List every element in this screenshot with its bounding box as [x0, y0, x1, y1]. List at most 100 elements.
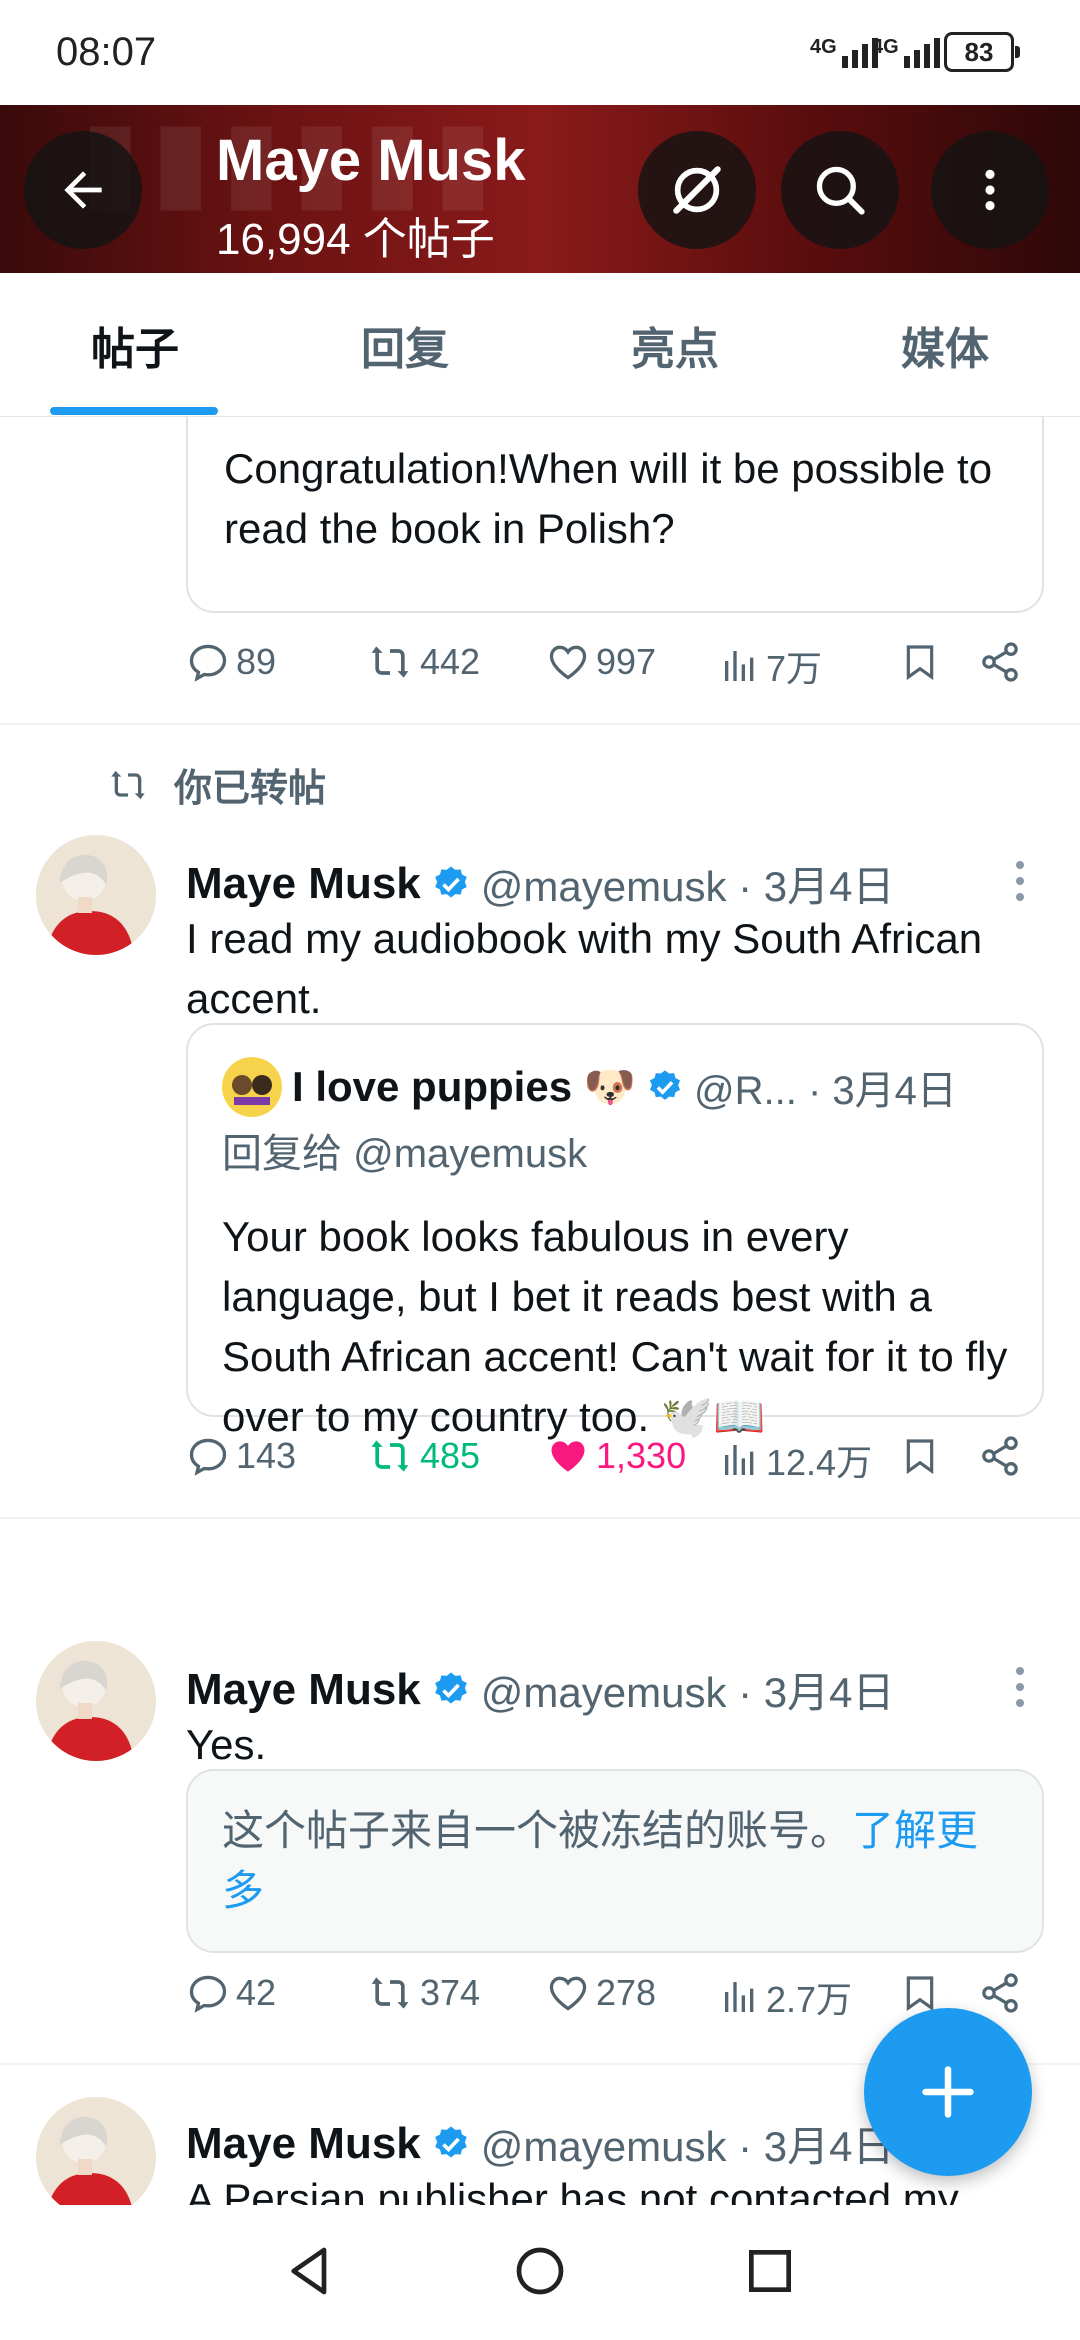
avatar[interactable] — [36, 2097, 156, 2205]
nav-home-button[interactable] — [512, 2241, 568, 2306]
tab-highlights[interactable]: 亮点 — [540, 273, 810, 417]
retweet-button[interactable]: 485 — [366, 1434, 480, 1478]
views-button[interactable]: 2.7万 — [720, 1971, 852, 2023]
back-arrow-icon — [64, 171, 102, 209]
nav-home-icon — [516, 2247, 564, 2295]
bookmark-button[interactable] — [900, 640, 940, 684]
avatar[interactable] — [36, 1641, 156, 1761]
share-button[interactable] — [978, 1434, 1022, 1478]
notice-text: 这个帖子来自一个被冻结的账号。了解更多 — [222, 1801, 1012, 1921]
tab-posts[interactable]: 帖子 — [0, 273, 270, 417]
tweet-more-button[interactable] — [1010, 1647, 1030, 1715]
retweet-icon — [111, 770, 145, 799]
system-nav-bar — [0, 2205, 1080, 2340]
reply-count: 89 — [236, 641, 277, 682]
reply-button[interactable]: 89 — [186, 640, 276, 684]
like-icon — [551, 1441, 585, 1472]
search-button[interactable] — [781, 131, 899, 249]
network-type-2: 4G — [872, 36, 899, 58]
quoted-avatar — [222, 1057, 282, 1117]
divider — [0, 723, 1080, 725]
views-icon — [725, 1445, 754, 1475]
quoted-tweet-header: I love puppies 🐶 @R... · 3月4日 — [222, 1057, 957, 1117]
views-count: 7万 — [766, 648, 823, 689]
reply-count: 42 — [236, 1972, 277, 2013]
quoted-tweet[interactable]: I love puppies 🐶 @R... · 3月4日 回复给 @mayem… — [186, 1023, 1044, 1440]
more-options-button[interactable] — [931, 131, 1049, 249]
tab-label: 亮点 — [631, 325, 719, 374]
views-count: 2.7万 — [766, 1979, 853, 2020]
tweet-actions: 89 442 997 7万 — [186, 640, 1026, 700]
share-icon — [982, 642, 1018, 682]
display-name[interactable]: Maye Musk — [186, 859, 421, 909]
nav-back-button[interactable] — [282, 2241, 338, 2306]
notice-message: 这个帖子来自一个被冻结的账号。 — [222, 1807, 853, 1854]
views-count: 12.4万 — [766, 1442, 873, 1483]
retweet-button[interactable]: 442 — [366, 640, 480, 684]
reply-button[interactable]: 42 — [186, 1971, 276, 2015]
like-count: 1,330 — [596, 1435, 687, 1476]
retweet-icon — [371, 646, 409, 678]
views-button[interactable]: 12.4万 — [720, 1434, 872, 1486]
tab-label: 回复 — [361, 325, 449, 374]
active-tab-indicator — [50, 407, 218, 415]
nav-recents-button[interactable] — [742, 2241, 798, 2306]
grok-icon — [673, 166, 721, 214]
tab-replies[interactable]: 回复 — [270, 273, 540, 417]
tab-label: 媒体 — [901, 325, 989, 374]
more-vertical-icon — [1010, 1647, 1030, 1707]
status-bar: 08:07 4G 4G 83 — [0, 0, 1080, 105]
verified-badge-icon — [649, 1070, 681, 1100]
more-vertical-icon — [985, 169, 995, 211]
reply-to-label: 回复给 @mayemusk — [222, 1132, 588, 1176]
quoted-tweet-text: Congratulation!When will it be possible … — [224, 445, 993, 552]
display-name[interactable]: Maye Musk — [186, 1665, 421, 1715]
signal-icon — [904, 34, 940, 68]
network-type-1: 4G — [810, 36, 837, 58]
like-button[interactable]: 997 — [546, 640, 656, 684]
search-icon — [816, 166, 865, 215]
like-button[interactable]: 1,330 — [546, 1434, 686, 1478]
share-icon — [982, 1436, 1018, 1476]
bookmark-icon — [906, 1439, 934, 1475]
share-button[interactable] — [978, 640, 1022, 684]
tab-media[interactable]: 媒体 — [810, 273, 1080, 417]
tweet-header: Maye Musk @mayemusk · 3月4日 — [186, 853, 895, 914]
tab-label: 帖子 — [91, 325, 179, 374]
handle-and-date[interactable]: @mayemusk · 3月4日 — [481, 853, 895, 914]
tweet-more-button[interactable] — [1010, 841, 1030, 909]
share-button[interactable] — [978, 1971, 1022, 2015]
like-button[interactable]: 278 — [546, 1971, 656, 2015]
retweet-count: 442 — [420, 641, 481, 682]
like-icon — [549, 645, 587, 680]
avatar[interactable] — [36, 835, 156, 955]
profile-header: ▮▮▮▮▮▮ Maye Musk 16,994 个帖子 — [0, 105, 1080, 273]
views-icon — [725, 1982, 754, 2012]
more-vertical-icon — [1010, 841, 1030, 901]
grok-button[interactable] — [638, 131, 756, 249]
profile-name: Maye Musk — [216, 128, 526, 193]
handle-and-date[interactable]: @mayemusk · 3月4日 — [481, 1659, 895, 1720]
quoted-tweet[interactable]: Congratulation!When will it be possible … — [186, 417, 1044, 613]
handle-and-date[interactable]: @mayemusk · 3月4日 — [481, 2113, 895, 2174]
back-button[interactable] — [24, 131, 142, 249]
suspended-account-notice: 这个帖子来自一个被冻结的账号。了解更多 — [186, 1769, 1044, 1953]
quoted-display-name: I love puppies 🐶 — [292, 1062, 637, 1110]
tweet-actions: 143 485 1,330 12.4万 — [186, 1434, 1026, 1494]
retweet-button[interactable]: 374 — [366, 1971, 480, 2015]
bookmark-icon — [906, 645, 934, 681]
compose-button[interactable] — [864, 2008, 1032, 2176]
views-button[interactable]: 7万 — [720, 640, 822, 692]
tweet-text: I read my audiobook with my South Africa… — [186, 915, 983, 1022]
reply-count: 143 — [236, 1435, 297, 1476]
profile-tabs: 帖子 回复 亮点 媒体 — [0, 273, 1080, 417]
divider — [0, 1517, 1080, 1519]
timeline[interactable]: Congratulation!When will it be possible … — [0, 417, 1080, 2205]
bookmark-button[interactable] — [900, 1434, 940, 1478]
like-count: 997 — [596, 641, 657, 682]
display-name[interactable]: Maye Musk — [186, 2119, 421, 2169]
tweet-header: Maye Musk @mayemusk · 3月4日 — [186, 1659, 895, 1720]
retweet-icon — [371, 1440, 409, 1472]
nav-back-icon — [291, 2247, 327, 2295]
reply-button[interactable]: 143 — [186, 1434, 296, 1478]
